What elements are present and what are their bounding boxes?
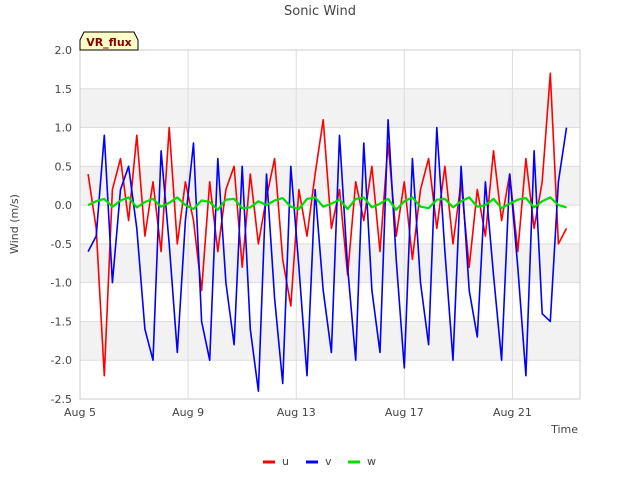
x-axis-label: Time: [550, 423, 578, 436]
y-tick-label: 1.5: [55, 83, 73, 96]
x-tick-label: Aug 9: [172, 406, 204, 419]
legend-label: u: [282, 455, 289, 468]
y-tick-label: 1.0: [55, 122, 73, 135]
y-axis-ticks: -2.5 -2.0 -1.5 -1.0 -0.5 0.0 0.5 1.0 1.5 2.0: [51, 44, 72, 406]
station-badge-label: VR_flux: [86, 36, 132, 49]
y-tick-label: -1.0: [51, 277, 72, 290]
station-badge: VR_flux: [79, 31, 139, 51]
legend-label: v: [325, 455, 332, 468]
legend: u v w: [263, 455, 376, 468]
y-tick-label: -2.5: [51, 393, 72, 406]
x-tick-label: Aug 17: [385, 406, 424, 419]
legend-label: w: [367, 455, 376, 468]
y-tick-label: 2.0: [55, 44, 73, 57]
y-tick-label: -0.5: [51, 238, 72, 251]
x-tick-label: Aug 21: [493, 406, 532, 419]
background-band: [80, 88, 580, 128]
legend-item-u: u: [263, 455, 289, 468]
y-tick-label: -1.5: [51, 315, 72, 328]
y-tick-label: 0.5: [55, 160, 73, 173]
sonic-wind-chart: -2.5 -2.0 -1.5 -1.0 -0.5 0.0 0.5 1.0 1.5 2.0 Aug …: [8, 4, 581, 468]
chart-title: Sonic Wind: [284, 4, 356, 19]
legend-item-v: v: [306, 455, 332, 468]
y-axis-label: Wind (m/s): [8, 194, 21, 254]
legend-item-w: w: [348, 455, 376, 468]
y-tick-label: -2.0: [51, 354, 72, 367]
y-tick-label: 0.0: [55, 199, 73, 212]
x-tick-label: Aug 13: [277, 406, 316, 419]
x-tick-label: Aug 5: [64, 406, 96, 419]
x-axis-ticks: Aug 5 Aug 9 Aug 13 Aug 17 Aug 21: [64, 406, 532, 419]
